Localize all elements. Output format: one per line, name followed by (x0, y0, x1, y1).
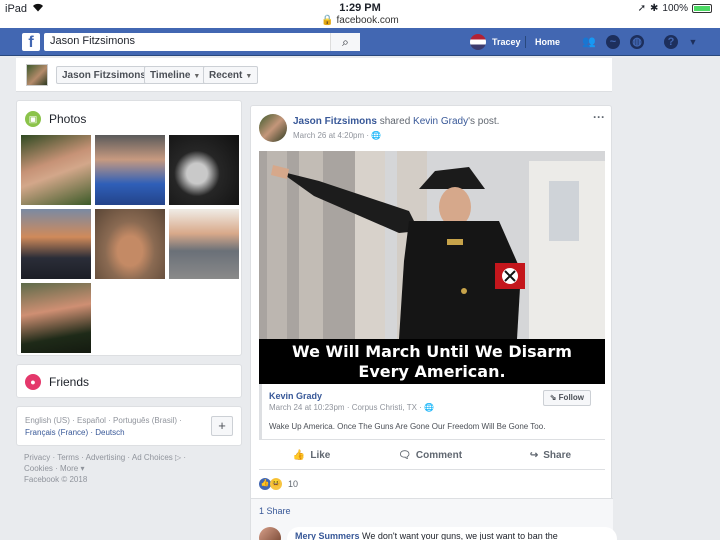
shared-word: shared (379, 116, 411, 127)
add-language-button[interactable]: + (211, 416, 233, 436)
url-text: facebook.com (336, 15, 399, 26)
shared-timestamp[interactable]: March 24 at 10:23pm · Corpus Christi, TX… (269, 403, 434, 412)
photo-thumbnail[interactable] (21, 135, 91, 205)
comment-icon: 🗨 (398, 450, 411, 461)
post-card: Jason Fitzsimons shared Kevin Grady's po… (250, 105, 617, 540)
post-photo (259, 151, 605, 339)
comment-button[interactable]: 🗨 Comment (398, 450, 462, 461)
search-value: Jason Fitzsimons (50, 35, 135, 47)
post-author-link[interactable]: Jason Fitzsimons (293, 116, 377, 127)
friends-title: Friends (49, 375, 90, 389)
recent-label: Recent (209, 70, 243, 81)
account-menu-icon[interactable]: ▼ (686, 35, 700, 49)
commenter-name-link[interactable]: Mery Summers (295, 531, 360, 540)
reactions-count: 10 (288, 479, 299, 489)
post-actions: 👍 Like 🗨 Comment ↪ Share (259, 442, 605, 470)
share-label: Share (543, 450, 572, 461)
comment-text: We don't want your guns, we just want to… (362, 531, 558, 540)
user-avatar[interactable] (470, 34, 486, 50)
shared-author-link[interactable]: Kevin Grady (269, 391, 322, 401)
post-author-avatar[interactable] (259, 114, 287, 142)
like-label: Like (310, 450, 331, 461)
comment-row: Mery Summers We don't want your guns, we… (251, 522, 617, 540)
meme-caption: We Will March Until We Disarm Every Amer… (259, 339, 605, 384)
chevron-down-icon: ▼ (245, 73, 253, 80)
post-image[interactable]: We Will March Until We Disarm Every Amer… (259, 151, 605, 384)
comment-bubble: Mery Summers We don't want your guns, we… (287, 527, 617, 540)
notifications-globe-icon[interactable]: ◍ (630, 35, 644, 49)
photo-thumbnail[interactable] (169, 135, 239, 205)
url-bar[interactable]: 🔒 facebook.com (0, 15, 720, 26)
bluetooth-icon: ✱ (650, 3, 659, 14)
thumbs-up-icon: 👍 (292, 450, 306, 461)
post-title: Jason Fitzsimons shared Kevin Grady's po… (293, 116, 499, 127)
battery-icon (692, 4, 712, 13)
photo-thumbnail[interactable] (95, 209, 165, 279)
commenter-avatar[interactable] (259, 527, 281, 540)
status-time: 1:29 PM (339, 2, 381, 14)
more-options-icon[interactable]: ··· (593, 110, 605, 124)
footer-links-1[interactable]: Privacy · Terms · Advertising · Ad Choic… (24, 453, 186, 462)
facebook-top-nav: f Jason Fitzsimons ⌕ Tracey Home 👥 ~ ◍ ?… (0, 28, 720, 56)
photos-header[interactable]: ▣ Photos (25, 111, 86, 127)
post-timestamp[interactable]: March 26 at 4:20pm · 🌐 (293, 131, 381, 140)
meme-line-1: We Will March Until We Disarm (292, 342, 572, 361)
reactions-summary[interactable]: 👍 😆 10 (259, 478, 298, 490)
photo-thumbnail[interactable] (21, 209, 91, 279)
haha-reaction-icon: 😆 (270, 478, 282, 490)
recent-dropdown[interactable]: Recent ▼ (203, 66, 259, 84)
shares-row: 1 Share (251, 498, 613, 522)
profile-name-button[interactable]: Jason Fitzsimons (56, 66, 152, 84)
language-card: English (US) · Español · Português (Bras… (16, 406, 242, 446)
status-right: ➚ ✱ 100% (638, 3, 712, 14)
photo-thumbnail[interactable] (169, 209, 239, 279)
friends-icon: ● (25, 374, 41, 390)
profile-bar: Jason Fitzsimons Timeline ▼ Recent ▼ (16, 58, 612, 92)
timeline-label: Timeline (150, 70, 191, 81)
photos-card: ▣ Photos (16, 100, 242, 356)
share-button[interactable]: ↪ Share (530, 450, 571, 461)
search-button[interactable]: ⌕ (330, 33, 360, 51)
search-input[interactable]: Jason Fitzsimons ⌕ (44, 33, 360, 51)
like-button[interactable]: 👍 Like (293, 450, 330, 461)
original-author-link[interactable]: Kevin Grady (413, 116, 468, 127)
user-name-link[interactable]: Tracey (492, 37, 521, 47)
footer-copyright: Facebook © 2018 (24, 475, 88, 484)
language-links-2[interactable]: Français (France) · Deutsch (25, 428, 125, 437)
ios-status-bar: iPad 1:29 PM 🔒 facebook.com ➚ ✱ 100% (0, 0, 720, 28)
follow-icon: ⇘ (549, 393, 557, 402)
footer-links-2[interactable]: Cookies · More ▾ (24, 464, 84, 473)
friends-header: ● Friends (25, 374, 89, 390)
shared-post-attribution: Kevin Grady March 24 at 10:23pm · Corpus… (259, 384, 605, 440)
post-suffix: 's post. (468, 116, 500, 127)
messenger-icon[interactable]: ~ (606, 35, 620, 49)
share-icon: ↪ (529, 450, 539, 461)
follow-button[interactable]: ⇘ Follow (542, 390, 591, 406)
nav-divider (525, 36, 526, 48)
friend-requests-icon[interactable]: 👥 (582, 35, 596, 49)
search-icon: ⌕ (342, 35, 349, 49)
chevron-down-icon: ▼ (193, 73, 201, 80)
home-link[interactable]: Home (535, 37, 560, 47)
lock-icon: 🔒 (321, 15, 334, 26)
shared-post-text: Wake Up America. Once The Guns Are Gone … (269, 422, 546, 431)
meme-line-2: Every American. (358, 362, 506, 381)
photo-thumbnail[interactable] (21, 283, 91, 353)
timeline-dropdown[interactable]: Timeline ▼ (144, 66, 207, 84)
language-links-1[interactable]: English (US) · Español · Português (Bras… (25, 416, 182, 425)
help-icon[interactable]: ? (664, 35, 678, 49)
photos-title: Photos (49, 112, 87, 126)
friends-card[interactable]: ● Friends (16, 364, 242, 398)
shares-link[interactable]: 1 Share (259, 506, 291, 516)
profile-avatar[interactable] (26, 64, 48, 86)
battery-percent: 100% (662, 3, 688, 14)
comment-label: Comment (415, 450, 463, 461)
facebook-logo-icon[interactable]: f (22, 33, 40, 51)
photos-icon: ▣ (25, 111, 41, 127)
photo-thumbnail[interactable] (95, 135, 165, 205)
location-icon: ➚ (637, 3, 647, 14)
follow-label: Follow (558, 393, 584, 402)
